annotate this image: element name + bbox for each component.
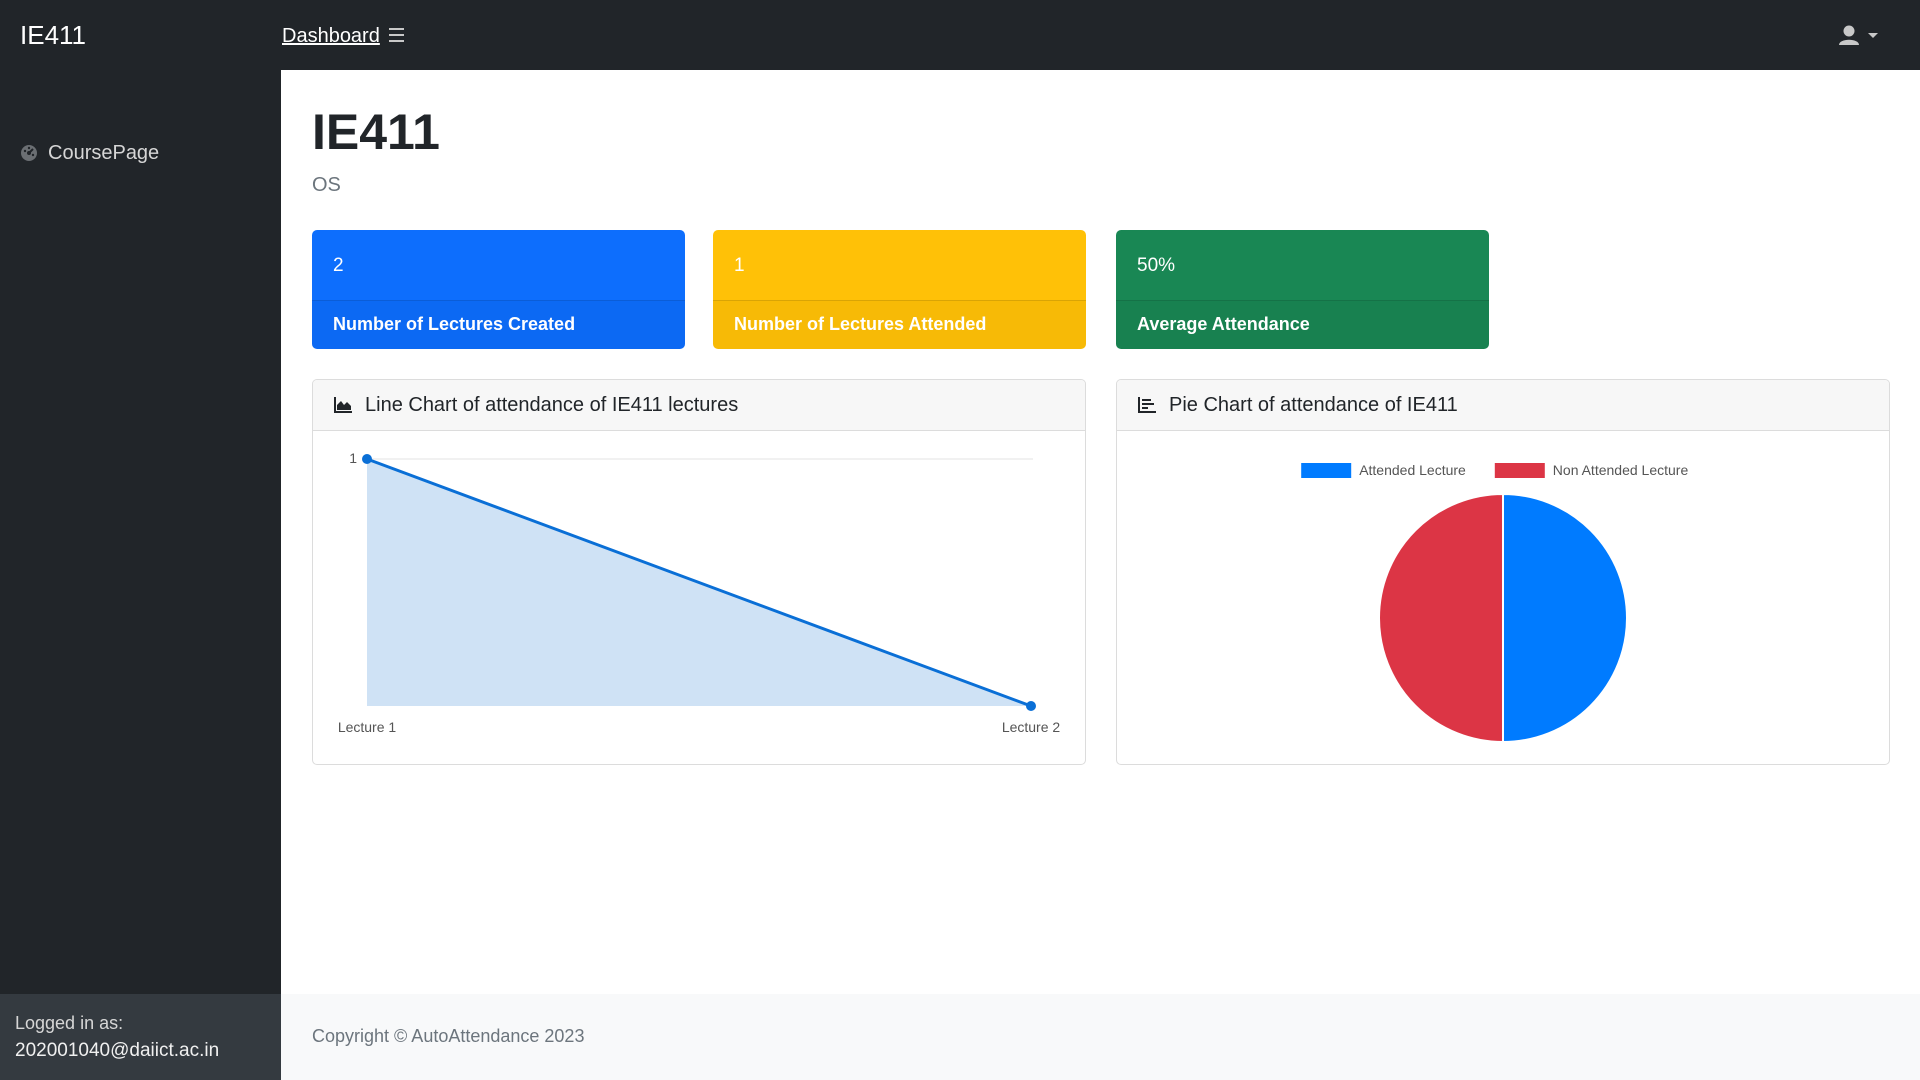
sidebar: CoursePage Logged in as: 202001040@daiic…	[0, 70, 281, 1080]
copyright-text: Copyright © AutoAttendance 2023	[312, 1026, 585, 1046]
sidebar-footer: Logged in as: 202001040@daiict.ac.in	[0, 994, 281, 1080]
bar-chart-icon	[1138, 397, 1156, 413]
legend-swatch	[1301, 463, 1352, 478]
sidebar-item-label: CoursePage	[48, 141, 160, 164]
card-header: Line Chart of attendance of IE411 lectur…	[313, 380, 1085, 431]
stat-value: 2	[312, 230, 685, 301]
top-navbar: IE411 Dashboard	[0, 0, 1920, 70]
pie-chart-card: Pie Chart of attendance of IE411 Attende…	[1116, 379, 1890, 765]
line-chart-body: 1 Lecture 1 Lecture 2	[313, 431, 1085, 764]
data-point	[1026, 701, 1036, 711]
main-content: IE411 OS 2 Number of Lectures Created 1 …	[281, 70, 1920, 994]
card-title: Line Chart of attendance of IE411 lectur…	[365, 393, 739, 416]
caret-down-icon	[1868, 33, 1878, 38]
x-tick-label: Lecture 1	[338, 719, 397, 735]
page-footer: Copyright © AutoAttendance 2023	[281, 994, 1920, 1080]
y-tick-label: 1	[349, 450, 357, 466]
legend-label: Attended Lecture	[1359, 462, 1466, 478]
card-header: Pie Chart of attendance of IE411	[1117, 380, 1889, 431]
stat-value: 50%	[1116, 230, 1489, 301]
pie-slice	[1378, 492, 1504, 744]
brand-logo[interactable]: IE411	[20, 0, 86, 70]
stat-card-average-attendance: 50% Average Attendance	[1116, 230, 1489, 349]
dashboard-link[interactable]: Dashboard	[282, 0, 380, 70]
data-point	[362, 454, 372, 464]
tachometer-icon	[21, 145, 37, 161]
stat-card-lectures-created: 2 Number of Lectures Created	[312, 230, 685, 349]
user-icon	[1839, 25, 1859, 45]
page-title: IE411	[312, 104, 440, 160]
stat-label: Average Attendance	[1116, 301, 1489, 349]
line-chart-card: Line Chart of attendance of IE411 lectur…	[312, 379, 1086, 765]
hamburger-icon[interactable]	[389, 28, 404, 42]
stat-label: Number of Lectures Attended	[713, 301, 1086, 349]
stat-label: Number of Lectures Created	[312, 301, 685, 349]
stat-value: 1	[713, 230, 1086, 301]
logged-in-label: Logged in as:	[15, 1013, 124, 1033]
pie-chart-body: Attended Lecture Non Attended Lecture	[1117, 431, 1889, 764]
card-title: Pie Chart of attendance of IE411	[1169, 393, 1458, 416]
legend-label: Non Attended Lecture	[1553, 462, 1689, 478]
line-chart: 1 Lecture 1 Lecture 2	[338, 450, 1061, 735]
area-chart-icon	[334, 397, 352, 413]
legend-swatch	[1494, 463, 1545, 478]
user-menu-dropdown[interactable]	[1838, 24, 1880, 48]
page-subtitle: OS	[312, 174, 341, 196]
user-email: 202001040@daiict.ac.in	[15, 1040, 220, 1061]
stat-card-lectures-attended: 1 Number of Lectures Attended	[713, 230, 1086, 349]
pie-slice	[1502, 492, 1628, 744]
x-tick-label: Lecture 2	[1002, 719, 1061, 735]
pie-chart: Attended Lecture Non Attended Lecture	[1301, 462, 1689, 744]
sidebar-item-coursepage[interactable]: CoursePage	[20, 138, 159, 168]
